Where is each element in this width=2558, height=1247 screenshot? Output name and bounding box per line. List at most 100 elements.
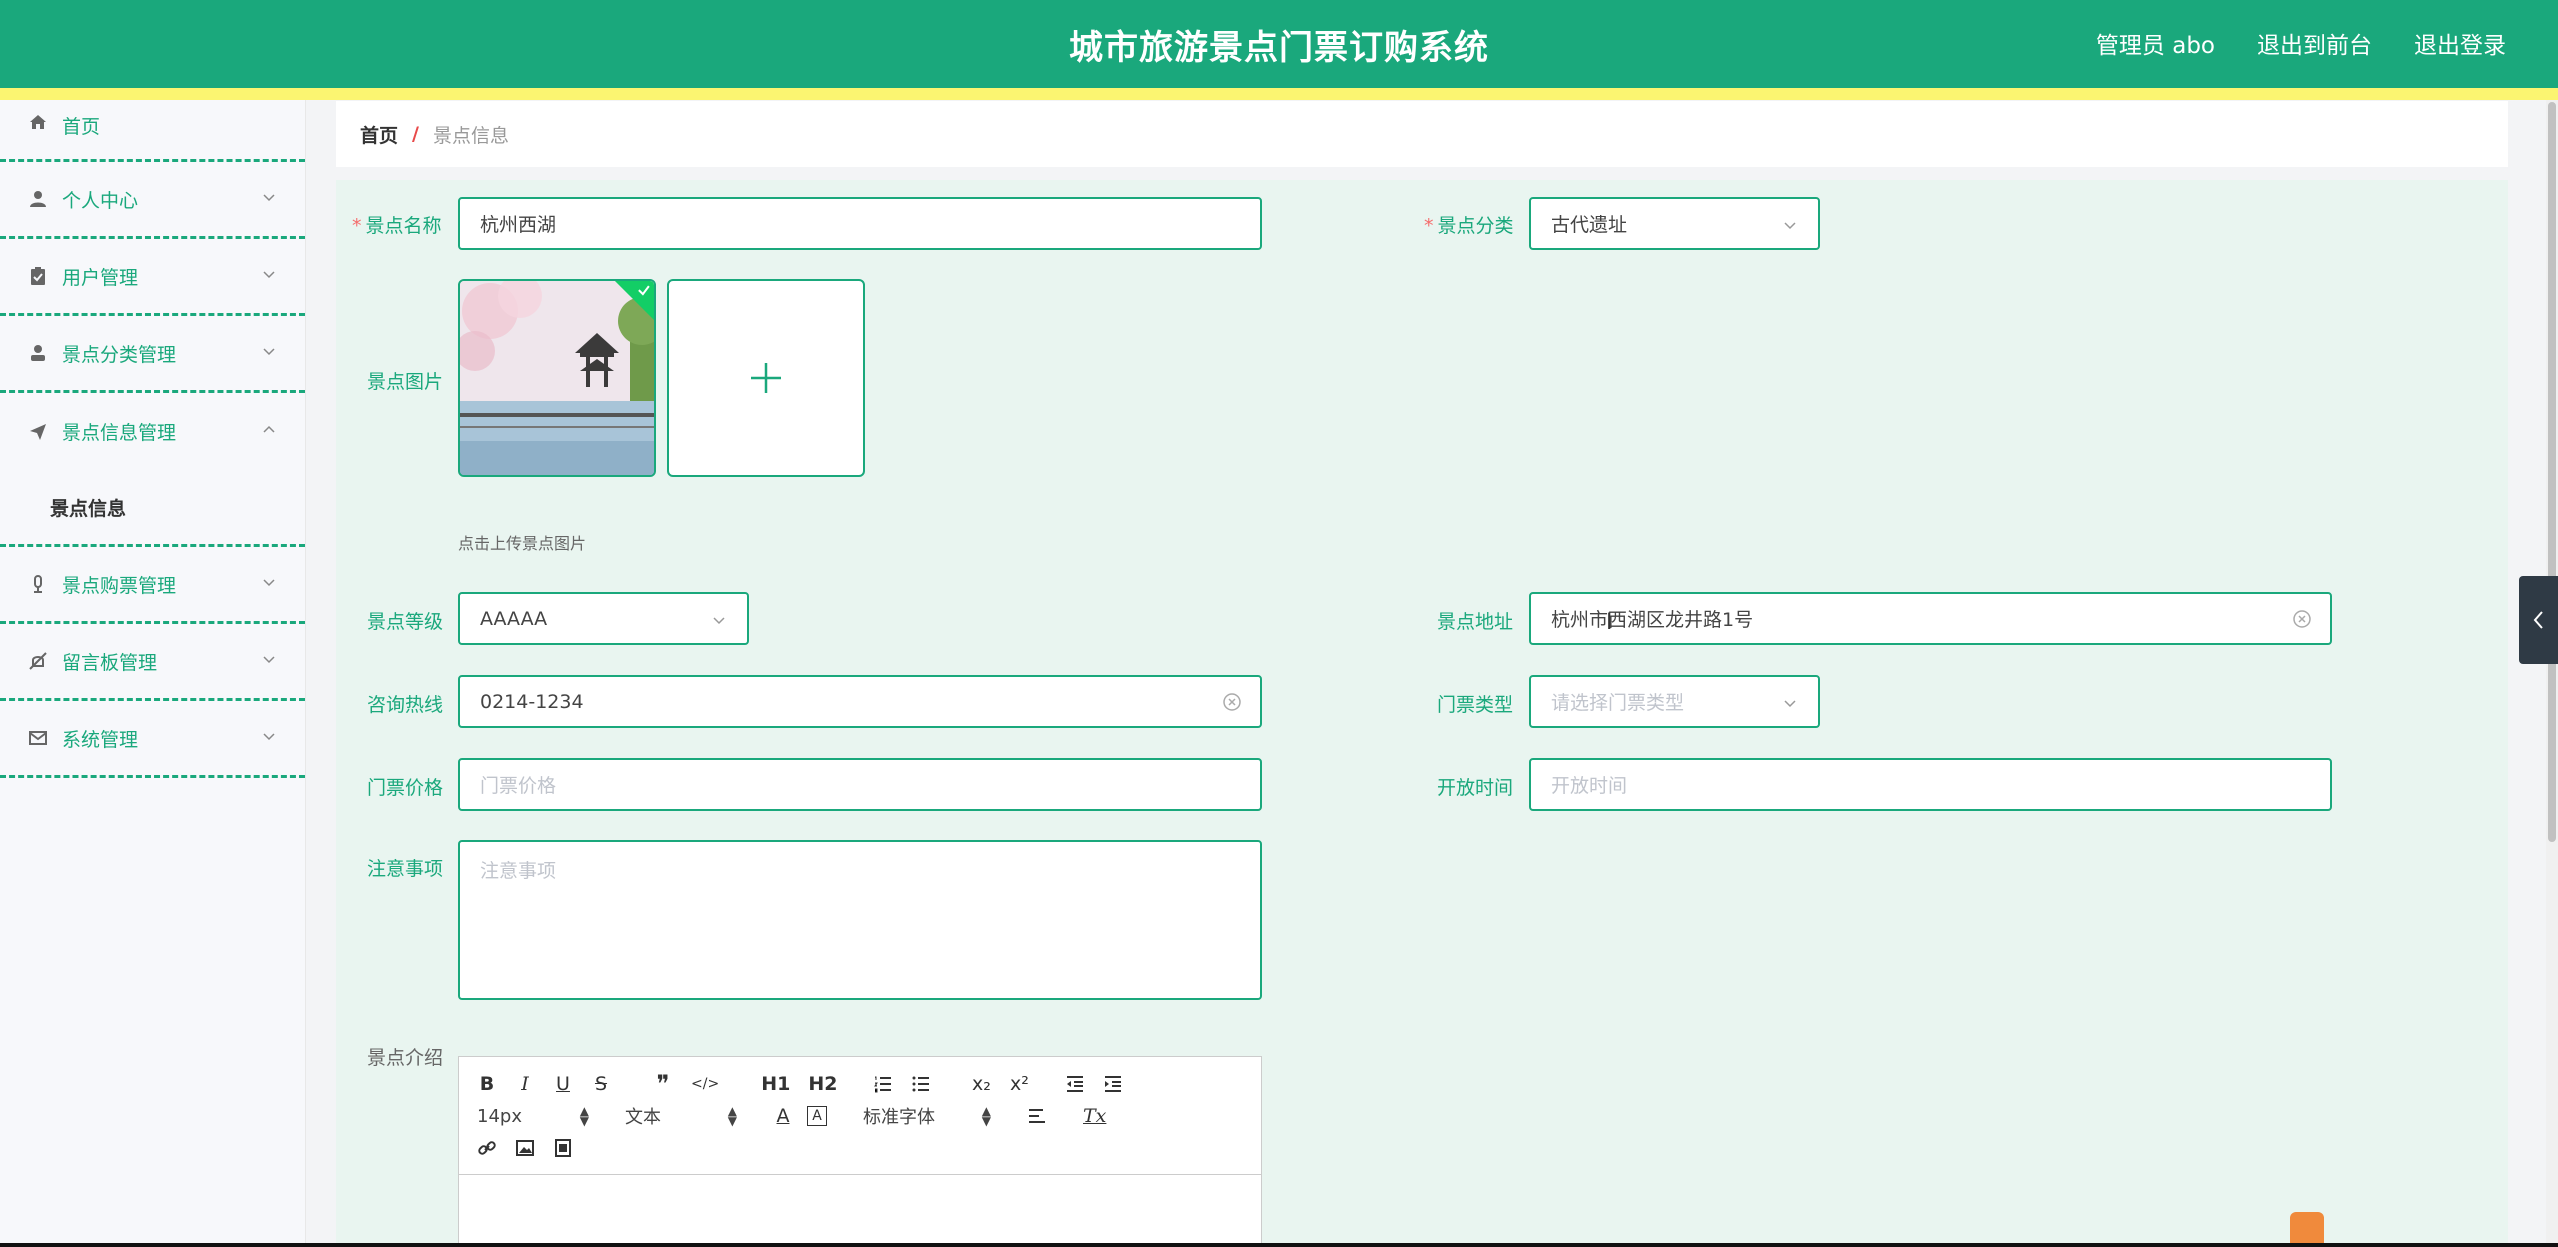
font-color-button[interactable]: A: [773, 1103, 793, 1129]
required-mark: *: [352, 215, 362, 237]
sidebar-item-scenic-info[interactable]: 景点信息管理: [0, 393, 305, 470]
sidebar-item-label: 首页: [62, 116, 101, 138]
level-select[interactable]: AAAAA: [458, 592, 749, 645]
category-select[interactable]: 古代遗址: [1529, 197, 1820, 250]
notice-textarea[interactable]: 注意事项: [458, 840, 1262, 1000]
upload-tip: 点击上传景点图片: [458, 534, 587, 553]
select-arrows-icon: ▲ ▼: [727, 1104, 737, 1128]
image-label: 景点图片: [367, 371, 444, 393]
price-input[interactable]: 门票价格: [458, 758, 1262, 811]
superscript-button[interactable]: x²: [1009, 1071, 1029, 1097]
clipboard-icon: [28, 266, 48, 286]
home-icon: [28, 112, 48, 132]
upload-add-button[interactable]: [667, 279, 865, 477]
sidebar-item-message[interactable]: 留言板管理: [0, 624, 305, 701]
link-icon: [478, 1141, 496, 1155]
font-family-select[interactable]: 标准字体 ▲ ▼: [863, 1103, 991, 1129]
sidebar-item-system[interactable]: 系统管理: [0, 701, 305, 778]
strike-button[interactable]: S: [591, 1071, 611, 1097]
chevron-down-icon: [263, 271, 275, 279]
chevron-down-icon: [713, 617, 725, 625]
italic-button[interactable]: I: [515, 1071, 535, 1097]
toolbar-row-1: B I U S ❞ </> H1 H2 x₂ x²: [477, 1070, 1141, 1098]
font-size-select[interactable]: 14px ▲ ▼: [477, 1105, 589, 1127]
address-label: 景点地址: [1437, 611, 1514, 633]
scrollbar-thumb[interactable]: [2548, 102, 2556, 842]
link-button[interactable]: [477, 1135, 497, 1161]
floating-widget-icon[interactable]: [2290, 1212, 2324, 1247]
sidebar-item-label: 留言板管理: [62, 651, 158, 674]
ticket-type-select[interactable]: 请选择门票类型: [1529, 675, 1820, 728]
editor-toolbar: B I U S ❞ </> H1 H2 x₂ x² 14px ▲ ▼ 文本 ▲ …: [459, 1057, 1261, 1175]
underline-button[interactable]: U: [553, 1071, 573, 1097]
notice-label: 注意事项: [367, 858, 444, 880]
open-time-label: 开放时间: [1437, 777, 1514, 799]
hotline-label: 咨询热线: [367, 694, 444, 716]
h2-button[interactable]: H2: [808, 1071, 837, 1097]
open-time-input[interactable]: 开放时间: [1529, 758, 2332, 811]
text-cursor-icon: I: [1606, 610, 1613, 635]
sidebar-item-users[interactable]: 用户管理: [0, 239, 305, 316]
h1-button[interactable]: H1: [761, 1071, 790, 1097]
clear-icon[interactable]: [1222, 692, 1242, 712]
code-button[interactable]: </>: [691, 1071, 719, 1097]
ordered-list-button[interactable]: [873, 1071, 893, 1097]
bullet-list-button[interactable]: [911, 1071, 931, 1097]
subscript-button[interactable]: x₂: [971, 1071, 991, 1097]
price-label: 门票价格: [367, 777, 444, 799]
person-icon: [28, 343, 48, 363]
chevron-down-icon: [263, 579, 275, 587]
sidebar-item-label: 景点分类管理: [62, 343, 177, 366]
sidebar-item-personal[interactable]: 个人中心: [0, 162, 305, 239]
sidebar-item-label: 系统管理: [62, 728, 139, 751]
sidebar-subitem-label: 景点信息: [50, 497, 127, 520]
sidebar-subitem-scenic-info[interactable]: 景点信息: [0, 470, 305, 547]
select-arrows-icon: ▲ ▼: [981, 1104, 991, 1128]
breadcrumb-home[interactable]: 首页: [360, 121, 398, 148]
user-icon: [28, 189, 48, 209]
sidebar: 首页 个人中心 用户管理 景点分类管理 景点信息管理 景点信息 景点购票管理 留…: [0, 100, 306, 1247]
sidebar-item-label: 景点购票管理: [62, 574, 177, 597]
check-icon: [638, 285, 650, 296]
indent-button[interactable]: [1103, 1071, 1123, 1097]
bold-button[interactable]: B: [477, 1071, 497, 1097]
plus-icon: [751, 363, 781, 393]
ticket-type-label: 门票类型: [1437, 694, 1514, 716]
clear-format-button[interactable]: Tx: [1083, 1103, 1106, 1129]
image-button[interactable]: [515, 1135, 535, 1161]
required-mark: *: [1424, 215, 1434, 237]
ordered-list-icon: [874, 1076, 892, 1093]
video-button[interactable]: [553, 1135, 573, 1161]
chevron-down-icon: [1784, 222, 1796, 230]
address-input[interactable]: 杭州市西湖区龙井路1号: [1529, 592, 2332, 645]
side-drawer-toggle[interactable]: [2519, 576, 2558, 664]
microphone-icon: [28, 574, 48, 594]
logout-link[interactable]: 退出登录: [2414, 26, 2506, 60]
header-stripe: [0, 88, 2558, 100]
lake-pavilion-image: [460, 281, 654, 475]
breadcrumb: 首页 / 景点信息: [336, 101, 2508, 167]
hotline-input[interactable]: 0214-1234: [458, 675, 1262, 728]
sidebar-item-label: 景点信息管理: [62, 422, 177, 444]
rich-text-editor: B I U S ❞ </> H1 H2 x₂ x² 14px ▲ ▼ 文本 ▲ …: [458, 1056, 1262, 1247]
uploaded-image[interactable]: [458, 279, 656, 477]
align-left-icon: [1029, 1109, 1045, 1123]
chevron-down-icon: [263, 348, 275, 356]
chevron-down-icon: [263, 656, 275, 664]
breadcrumb-separator: /: [412, 123, 419, 145]
breadcrumb-current: 景点信息: [432, 124, 509, 147]
sidebar-item-label: 用户管理: [62, 266, 139, 289]
front-link[interactable]: 退出到前台: [2257, 26, 2372, 60]
outdent-button[interactable]: [1065, 1071, 1085, 1097]
sidebar-item-home[interactable]: 首页: [0, 100, 305, 162]
background-color-button[interactable]: A: [807, 1106, 827, 1126]
chevron-down-icon: [263, 194, 275, 202]
name-input[interactable]: 杭州西湖: [458, 197, 1262, 250]
sidebar-item-category[interactable]: 景点分类管理: [0, 316, 305, 393]
header-select[interactable]: 文本 ▲ ▼: [625, 1103, 737, 1129]
align-button[interactable]: [1027, 1103, 1047, 1129]
blockquote-button[interactable]: ❞: [653, 1070, 673, 1098]
clear-icon[interactable]: [2292, 609, 2312, 629]
category-label: * 景点分类: [1424, 215, 1514, 237]
sidebar-item-ticket[interactable]: 景点购票管理: [0, 547, 305, 624]
